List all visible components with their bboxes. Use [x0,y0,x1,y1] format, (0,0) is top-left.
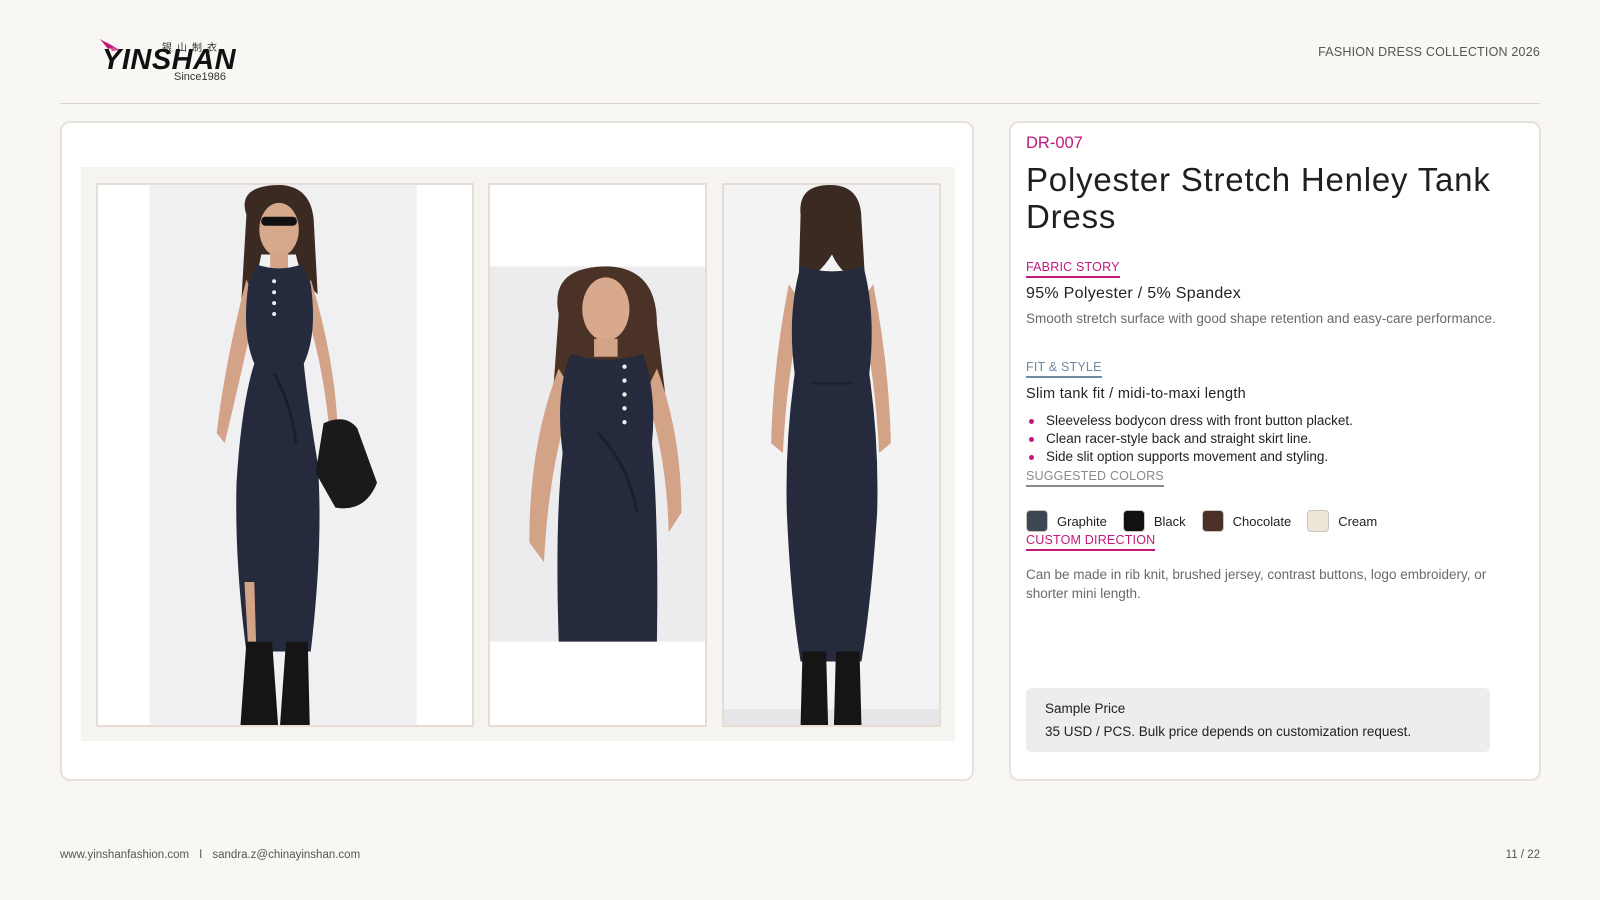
photo-front-full-image [98,185,472,725]
photo-front-closeup-image [490,185,705,725]
footer-email-link[interactable]: sandra.z@chinayinshan.com [212,849,360,861]
list-item: Clean racer-style back and straight skir… [1026,430,1506,448]
footer-website-link[interactable]: www.yinshanfashion.com [60,849,189,861]
swatch-graphite [1026,510,1048,532]
color-option-graphite[interactable]: Graphite [1026,510,1107,532]
page-number: 11 / 22 [1505,849,1540,861]
photo-gallery [81,167,955,741]
header-divider [60,103,1540,104]
bullet-text: Clean racer-style back and straight skir… [1046,431,1312,446]
list-item: Sleeveless bodycon dress with front butt… [1026,412,1506,430]
footer-contact: www.yinshanfashion.com Isandra.z@chinayin… [60,849,360,861]
swatch-label: Chocolate [1232,513,1292,529]
collection-title: FASHION DRESS COLLECTION 2026 [1318,45,1540,59]
footer-separator: I [199,849,203,861]
style-code: DR-007 [1026,134,1083,152]
color-option-black[interactable]: Black [1122,510,1186,532]
bullet-text: Side slit option supports movement and s… [1046,449,1329,464]
swatch-cream [1307,510,1330,532]
bullet-dot-icon [1029,419,1034,424]
color-swatch-list: Graphite Black Chocolate Cream [1026,509,1393,533]
bullet-text: Sleeveless bodycon dress with front butt… [1046,413,1353,428]
swatch-black [1122,510,1145,532]
swatch-label: Graphite [1057,513,1107,529]
bullet-dot-icon [1029,437,1034,442]
color-option-cream[interactable]: Cream [1307,510,1377,532]
product-detail-card: DR-007 Polyester Stretch Henley Tank Dre… [1009,121,1541,781]
list-item: Side slit option supports movement and s… [1026,448,1506,466]
custom-direction-label: CUSTOM DIRECTION [1026,533,1156,551]
sample-price-box: Sample Price 35 USD / PCS. Bulk price de… [1026,688,1490,752]
swatch-chocolate [1201,510,1224,532]
suggested-colors-label: SUGGESTED COLORS [1026,469,1164,487]
fabric-composition: 95% Polyester / 5% Spandex [1026,285,1242,302]
photo-back-full[interactable] [722,183,941,727]
brand-since: Since1986 [174,71,226,83]
photo-front-full[interactable] [96,183,474,727]
custom-description: Can be made in rib knit, brushed jersey,… [1026,567,1487,601]
fit-bullet-list: Sleeveless bodycon dress with front butt… [1026,412,1506,466]
fabric-description: Smooth stretch surface with good shape r… [1026,311,1496,326]
color-option-chocolate[interactable]: Chocolate [1201,510,1292,532]
photo-front-closeup[interactable] [488,183,707,727]
bullet-dot-icon [1029,455,1034,460]
fit-style-label: FIT & STYLE [1026,360,1102,378]
swatch-label: Cream [1338,513,1378,529]
photo-back-full-image [724,185,939,725]
gallery-card [60,121,974,781]
product-title: Polyester Stretch Henley Tank Dress [1026,161,1491,235]
swatch-label: Black [1153,513,1186,529]
fit-headline: Slim tank fit / midi-to-maxi length [1026,386,1247,402]
brand-logo: 银山制衣 YINSHAN Since1986 [98,38,238,86]
sample-price-label: Sample Price [1045,701,1126,716]
sample-price-text: 35 USD / PCS. Bulk price depends on cust… [1045,724,1412,739]
fabric-story-label: FABRIC STORY [1026,260,1120,278]
